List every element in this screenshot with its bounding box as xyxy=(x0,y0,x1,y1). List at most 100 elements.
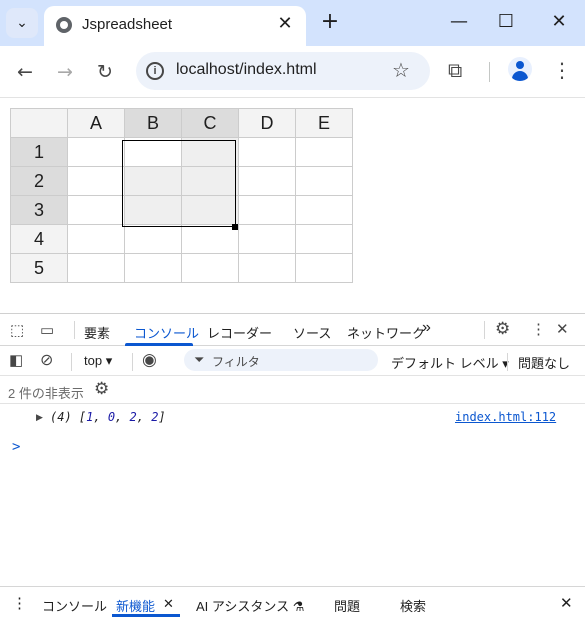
context-value: top xyxy=(84,353,103,368)
fill-handle[interactable] xyxy=(232,224,238,230)
extensions-icon[interactable]: ⧉ xyxy=(448,58,462,82)
column-header-c[interactable]: C xyxy=(181,108,239,138)
console-prompt[interactable]: > xyxy=(12,439,20,455)
log-value: 2 xyxy=(129,410,137,424)
cell-b1[interactable] xyxy=(124,137,182,167)
toolbar-divider xyxy=(507,353,508,371)
console-log-entry[interactable]: ▶ (4) [1, 0, 2, 2] index.html:112 xyxy=(0,406,585,430)
column-header-b[interactable]: B xyxy=(124,108,182,138)
drawer-tab-ai-assistance[interactable]: AI アシスタンス ⚗ xyxy=(196,596,304,615)
log-levels-select[interactable]: デフォルト レベル ▾ xyxy=(391,353,509,372)
tabbar-right-divider xyxy=(484,321,485,339)
cell-d5[interactable] xyxy=(238,253,296,283)
log-value: 0 xyxy=(107,410,116,424)
drawer-tab-issues[interactable]: 問題 xyxy=(334,596,360,615)
profile-avatar-icon[interactable] xyxy=(508,57,532,81)
cell-c2[interactable] xyxy=(181,166,239,196)
sidebar-toggle-icon[interactable]: ◧ xyxy=(9,351,23,369)
tab-close-icon[interactable]: ✕ xyxy=(274,13,296,35)
cell-b3[interactable] xyxy=(124,195,182,225)
close-drawer-icon[interactable]: ✕ xyxy=(560,594,573,612)
tab-console[interactable]: コンソール xyxy=(134,323,199,342)
cell-e1[interactable] xyxy=(295,137,353,167)
maximize-button[interactable]: ☐ xyxy=(494,10,518,34)
row-header-5[interactable]: 5 xyxy=(10,253,68,283)
row-header-2[interactable]: 2 xyxy=(10,166,68,196)
browser-tab[interactable]: Jspreadsheet ✕ xyxy=(44,6,306,46)
tab-search-button[interactable]: ⌄ xyxy=(6,8,38,38)
drawer-menu-icon[interactable]: ⋮ xyxy=(12,594,27,612)
drawer-tab-console[interactable]: コンソール xyxy=(42,596,107,615)
cell-c1[interactable] xyxy=(181,137,239,167)
cell-b4[interactable] xyxy=(124,224,182,254)
devtools-tabbar: ⬚ ▭ 要素 コンソール レコーダー ソース ネットワーク » ⚙ ⋮ ✕ xyxy=(0,314,585,346)
browser-tabstrip: ⌄ Jspreadsheet ✕ + — ☐ ✕ xyxy=(0,0,585,46)
cell-d2[interactable] xyxy=(238,166,296,196)
row-header-3[interactable]: 3 xyxy=(10,195,68,225)
cell-c3[interactable] xyxy=(181,195,239,225)
toolbar-divider xyxy=(489,62,490,82)
cell-b2[interactable] xyxy=(124,166,182,196)
bookmark-star-icon[interactable]: ☆ xyxy=(392,58,410,82)
site-info-icon[interactable]: i xyxy=(146,62,164,80)
back-button[interactable]: ← xyxy=(12,59,38,85)
drawer-tab-whats-new[interactable]: 新機能 xyxy=(116,596,155,615)
log-value: 1 xyxy=(86,410,94,424)
console-settings-gear-icon[interactable]: ⚙ xyxy=(94,379,109,399)
cell-d1[interactable] xyxy=(238,137,296,167)
cell-d3[interactable] xyxy=(238,195,296,225)
drawer-tab-close-icon[interactable]: ✕ xyxy=(163,596,174,612)
cell-a3[interactable] xyxy=(67,195,125,225)
tab-network[interactable]: ネットワーク xyxy=(347,323,425,342)
cell-c4[interactable] xyxy=(181,224,239,254)
device-toolbar-icon[interactable]: ▭ xyxy=(40,321,54,339)
tab-title: Jspreadsheet xyxy=(82,16,173,33)
forward-button[interactable]: → xyxy=(52,59,78,85)
cell-e5[interactable] xyxy=(295,253,353,283)
column-header-d[interactable]: D xyxy=(238,108,296,138)
expand-arrow-icon[interactable]: ▶ xyxy=(36,412,43,423)
drawer-tab-search[interactable]: 検索 xyxy=(400,596,426,615)
cell-e2[interactable] xyxy=(295,166,353,196)
tabbar-divider xyxy=(74,321,75,339)
cell-c5[interactable] xyxy=(181,253,239,283)
inspect-element-icon[interactable]: ⬚ xyxy=(10,321,24,339)
devtools-menu-icon[interactable]: ⋮ xyxy=(531,320,546,338)
log-source-link[interactable]: index.html:112 xyxy=(455,410,556,424)
row-header-1[interactable]: 1 xyxy=(10,137,68,167)
cell-a1[interactable] xyxy=(67,137,125,167)
cell-a4[interactable] xyxy=(67,224,125,254)
cell-e3[interactable] xyxy=(295,195,353,225)
cell-a5[interactable] xyxy=(67,253,125,283)
address-bar[interactable]: i localhost/index.html ☆ xyxy=(136,52,430,90)
cell-b5[interactable] xyxy=(124,253,182,283)
spreadsheet-grid: A B C D E 1 2 3 4 5 xyxy=(10,108,353,283)
settings-gear-icon[interactable]: ⚙ xyxy=(495,319,510,339)
log-array-text: (4) [1, 0, 2, 2] xyxy=(50,410,166,424)
tab-sources[interactable]: ソース xyxy=(293,323,331,342)
corner-cell[interactable] xyxy=(10,108,68,138)
cell-a2[interactable] xyxy=(67,166,125,196)
log-prefix: (4) [ xyxy=(50,410,87,424)
url-text[interactable]: localhost/index.html xyxy=(176,61,317,79)
new-tab-button[interactable]: + xyxy=(318,10,342,34)
flask-icon: ⚗ xyxy=(292,599,305,614)
live-expression-eye-icon[interactable]: ◉ xyxy=(142,350,157,370)
close-window-button[interactable]: ✕ xyxy=(547,10,571,34)
console-filter-input[interactable]: ⏷ フィルタ xyxy=(184,349,378,371)
cell-e4[interactable] xyxy=(295,224,353,254)
clear-console-icon[interactable]: ⊘ xyxy=(40,350,53,370)
reload-button[interactable]: ↻ xyxy=(92,59,118,85)
tab-elements[interactable]: 要素 xyxy=(84,323,110,342)
tab-recorder[interactable]: レコーダー xyxy=(207,323,272,342)
column-header-a[interactable]: A xyxy=(67,108,125,138)
issues-counter[interactable]: 問題なし xyxy=(518,353,570,372)
minimize-button[interactable]: — xyxy=(447,10,471,34)
cell-d4[interactable] xyxy=(238,224,296,254)
context-select[interactable]: top ▾ xyxy=(84,353,112,369)
close-devtools-icon[interactable]: ✕ xyxy=(556,320,569,338)
column-header-e[interactable]: E xyxy=(295,108,353,138)
row-header-4[interactable]: 4 xyxy=(10,224,68,254)
browser-menu-icon[interactable]: ⋮ xyxy=(552,58,572,82)
more-tabs-icon[interactable]: » xyxy=(422,319,431,337)
